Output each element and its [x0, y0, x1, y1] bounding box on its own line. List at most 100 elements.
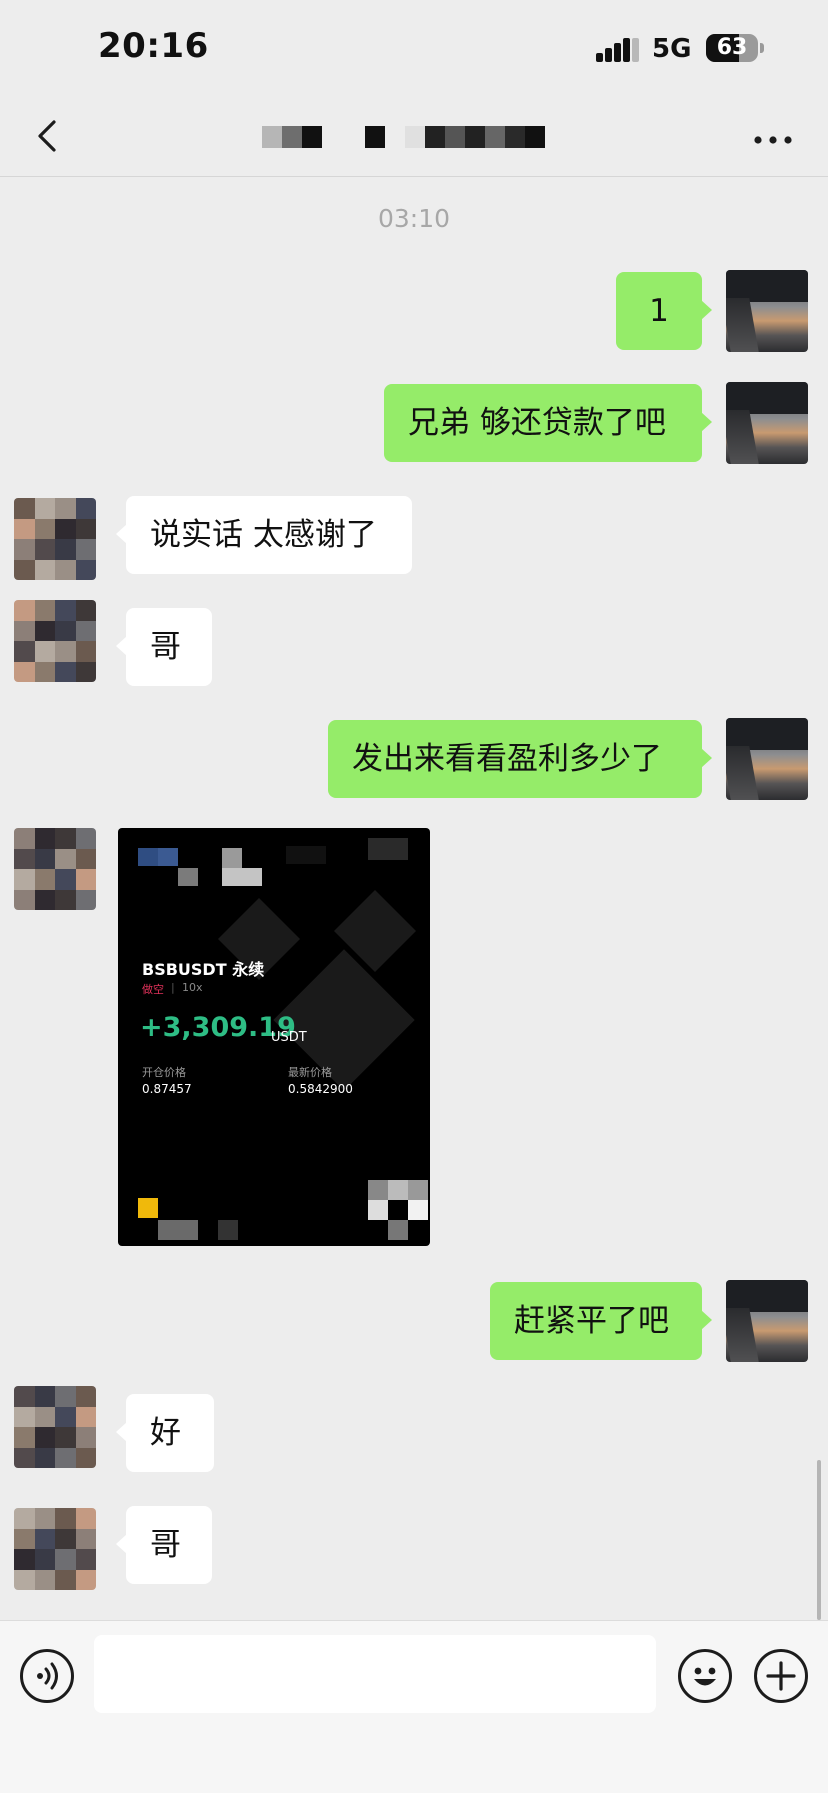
avatar-mosaic-cell: [34, 518, 55, 539]
battery-tip: [760, 43, 764, 53]
emoji-icon: [694, 1667, 716, 1686]
battery-percentage: 63: [716, 35, 748, 60]
avatar-mosaic-cell: [75, 1427, 96, 1448]
avatar-mosaic-cell: [14, 1508, 35, 1529]
status-bar: 20:16 5G 63: [0, 0, 828, 100]
received-message-bubble[interactable]: 哥: [116, 1506, 212, 1584]
avatar-mosaic-cell: [55, 559, 76, 580]
avatar-mosaic-cell: [75, 620, 96, 641]
chat-header: [0, 100, 828, 177]
back-button[interactable]: [26, 114, 70, 158]
avatar-mosaic-cell: [34, 889, 55, 910]
avatar-mosaic-cell: [75, 828, 96, 849]
contact-avatar[interactable]: [14, 498, 96, 580]
avatar-mosaic-cell: [14, 848, 35, 869]
avatar-mosaic-cell: [34, 848, 55, 869]
avatar-mosaic-cell: [55, 1447, 76, 1468]
avatar-mosaic-cell: [34, 661, 55, 682]
avatar-mosaic-cell: [75, 1386, 96, 1407]
avatar-mosaic-cell: [34, 641, 55, 662]
avatar-mosaic-cell: [55, 1549, 76, 1570]
trade-separator: |: [171, 981, 175, 994]
avatar-mosaic-cell: [14, 661, 35, 682]
trade-side: 做空: [142, 983, 164, 996]
voice-button[interactable]: [20, 1649, 74, 1703]
avatar-mosaic-cell: [75, 848, 96, 869]
avatar-mosaic-cell: [55, 889, 76, 910]
plus-icon: [766, 1661, 796, 1691]
chat-scrollbar[interactable]: [817, 1460, 821, 1620]
more-button[interactable]: [748, 120, 798, 160]
avatar-mosaic-cell: [55, 620, 76, 641]
avatar-mosaic-cell: [75, 498, 96, 519]
avatar-mosaic-cell: [14, 518, 35, 539]
avatar-mosaic-cell: [55, 1406, 76, 1427]
avatar-mosaic-cell: [55, 600, 76, 621]
contact-avatar[interactable]: [14, 1508, 96, 1590]
avatar-mosaic-cell: [75, 518, 96, 539]
avatar-mosaic-cell: [75, 1406, 96, 1427]
trade-pair: BSBUSDT 永续: [142, 960, 265, 979]
avatar-mosaic-cell: [14, 539, 35, 560]
contact-avatar[interactable]: [14, 1386, 96, 1468]
sent-message-bubble[interactable]: 兄弟 够还贷款了吧: [384, 384, 712, 462]
avatar-mosaic-cell: [34, 539, 55, 560]
avatar-mosaic-cell: [14, 1549, 35, 1570]
contact-avatar[interactable]: [14, 828, 96, 910]
avatar-mosaic-cell: [34, 1508, 55, 1529]
avatar-mosaic-cell: [34, 620, 55, 641]
avatar-mosaic-cell: [75, 889, 96, 910]
received-message-bubble[interactable]: 哥: [116, 608, 212, 686]
message-input-bar: [0, 1620, 828, 1793]
entry-price-value: 0.87457: [142, 1082, 192, 1096]
sent-message-bubble[interactable]: 1: [616, 272, 712, 350]
signal-strength-icon: [596, 36, 640, 62]
my-avatar[interactable]: [726, 1280, 808, 1362]
received-message-bubble[interactable]: 说实话 太感谢了: [116, 496, 412, 574]
avatar-mosaic-cell: [14, 1569, 35, 1590]
plus-button[interactable]: [754, 1649, 808, 1703]
avatar-mosaic-cell: [14, 641, 35, 662]
emoji-button[interactable]: [678, 1649, 732, 1703]
latest-price-label: 最新价格: [288, 1066, 332, 1079]
chat-timestamp: 03:10: [377, 204, 451, 233]
avatar-mosaic-cell: [55, 641, 76, 662]
avatar-mosaic-cell: [14, 889, 35, 910]
avatar-mosaic-cell: [14, 559, 35, 580]
avatar-mosaic-cell: [75, 641, 96, 662]
avatar-mosaic-cell: [55, 661, 76, 682]
avatar-mosaic-cell: [34, 559, 55, 580]
my-avatar[interactable]: [726, 718, 808, 800]
sent-message-bubble[interactable]: 发出来看看盈利多少了: [328, 720, 712, 798]
message-input[interactable]: [94, 1635, 656, 1713]
avatar-mosaic-cell: [34, 498, 55, 519]
avatar-mosaic-cell: [55, 869, 76, 890]
more-dots-icon: [754, 136, 792, 144]
avatar-mosaic-cell: [75, 559, 96, 580]
trade-screenshot-image[interactable]: BSBUSDT 永续 做空 | 10x +3,309.19 USDT 开仓价格 …: [118, 828, 430, 1246]
avatar-mosaic-cell: [55, 539, 76, 560]
avatar-mosaic-cell: [75, 661, 96, 682]
trade-leverage: 10x: [182, 981, 203, 994]
avatar-mosaic-cell: [34, 600, 55, 621]
sent-message-bubble[interactable]: 赶紧平了吧: [490, 1282, 712, 1360]
my-avatar[interactable]: [726, 382, 808, 464]
voice-icon: [37, 1662, 58, 1690]
battery-icon: 63: [706, 34, 758, 62]
status-time: 20:16: [98, 26, 209, 66]
avatar-mosaic-cell: [34, 1447, 55, 1468]
avatar-mosaic-cell: [75, 539, 96, 560]
avatar-mosaic-cell: [55, 1528, 76, 1549]
my-avatar[interactable]: [726, 270, 808, 352]
avatar-mosaic-cell: [75, 1569, 96, 1590]
received-message-bubble[interactable]: 好: [116, 1394, 214, 1472]
avatar-mosaic-cell: [34, 1406, 55, 1427]
avatar-mosaic-cell: [14, 869, 35, 890]
avatar-mosaic-cell: [14, 1528, 35, 1549]
chat-title-redacted: [260, 126, 560, 148]
avatar-mosaic-cell: [34, 869, 55, 890]
avatar-mosaic-cell: [14, 1447, 35, 1468]
avatar-mosaic-cell: [55, 498, 76, 519]
avatar-mosaic-cell: [34, 828, 55, 849]
contact-avatar[interactable]: [14, 600, 96, 682]
